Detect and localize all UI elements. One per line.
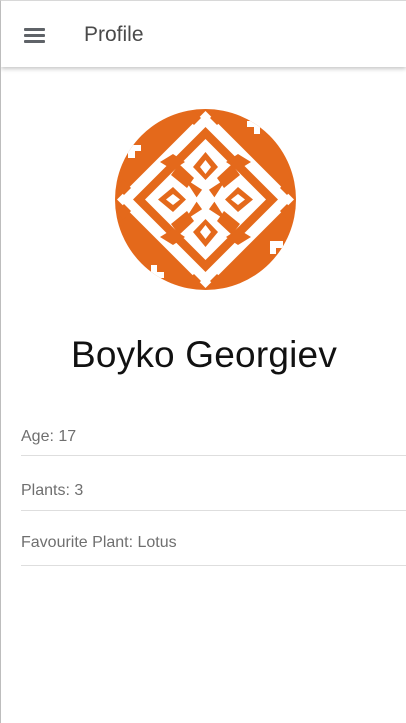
menu-icon-line bbox=[24, 34, 45, 37]
info-row-age: Age: 17 bbox=[21, 402, 406, 456]
menu-icon bbox=[24, 28, 45, 43]
profile-info-list: Age: 17 Plants: 3 Favourite Plant: Lotus bbox=[21, 402, 406, 566]
info-row-favourite-plant: Favourite Plant: Lotus bbox=[21, 511, 406, 566]
favourite-plant-label: Favourite Plant: Lotus bbox=[21, 534, 177, 551]
info-row-plants: Plants: 3 bbox=[21, 456, 406, 511]
age-label: Age: 17 bbox=[21, 428, 77, 445]
app-bar: Profile bbox=[1, 1, 406, 67]
page-title: Profile bbox=[84, 23, 144, 46]
profile-avatar bbox=[115, 109, 296, 290]
menu-icon-line bbox=[24, 40, 45, 43]
user-name: Boyko Georgiev bbox=[70, 334, 338, 375]
profile-screen: Profile Boyko Georgiev Age: 17 Plants: 3… bbox=[0, 0, 406, 723]
plants-label: Plants: 3 bbox=[21, 482, 84, 499]
menu-button[interactable] bbox=[13, 15, 53, 55]
menu-icon-line bbox=[24, 28, 45, 31]
